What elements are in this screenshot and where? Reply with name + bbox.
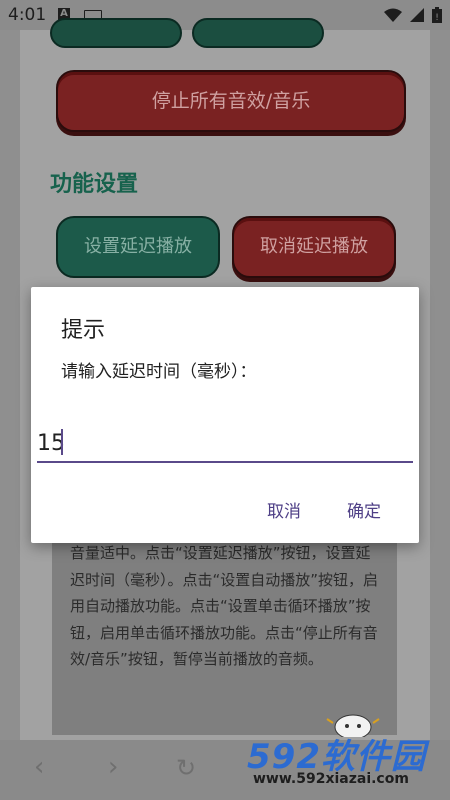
top-button-right[interactable] — [192, 18, 324, 48]
delay-input[interactable] — [37, 425, 413, 463]
forward-button[interactable]: › — [108, 752, 118, 782]
set-delay-button[interactable]: 设置延迟播放 — [56, 216, 220, 278]
status-time: 4:01 — [8, 5, 47, 25]
top-button-left[interactable] — [50, 18, 182, 48]
wifi-icon — [384, 8, 402, 22]
signal-icon — [410, 8, 424, 22]
delay-input-dialog: 提示 请输入延迟时间（毫秒）： 取消 确定 — [31, 287, 419, 543]
cancel-delay-button[interactable]: 取消延迟播放 — [232, 216, 396, 278]
reload-button[interactable]: ↻ — [176, 754, 196, 782]
ok-button[interactable]: 确定 — [347, 497, 381, 522]
description-text: 音量适中。点击“设置延迟播放”按钮，设置延迟时间（毫秒）。点击“设置自动播放”按… — [52, 540, 397, 735]
svg-text:!: ! — [435, 13, 439, 23]
text-caret — [61, 429, 63, 455]
dialog-title: 提示 — [61, 318, 106, 343]
watermark: 592软件园 www.592xiazai.com — [245, 714, 450, 795]
section-title: 功能设置 — [50, 172, 139, 197]
battery-icon: ! — [432, 7, 442, 23]
back-button[interactable]: ‹ — [34, 752, 44, 782]
dialog-message: 请输入延迟时间（毫秒）： — [61, 362, 257, 382]
stop-all-button[interactable]: 停止所有音效/音乐 — [56, 70, 406, 132]
system-icons: ! — [384, 7, 442, 23]
cancel-button[interactable]: 取消 — [267, 497, 301, 522]
watermark-url: www.592xiazai.com — [253, 771, 409, 787]
